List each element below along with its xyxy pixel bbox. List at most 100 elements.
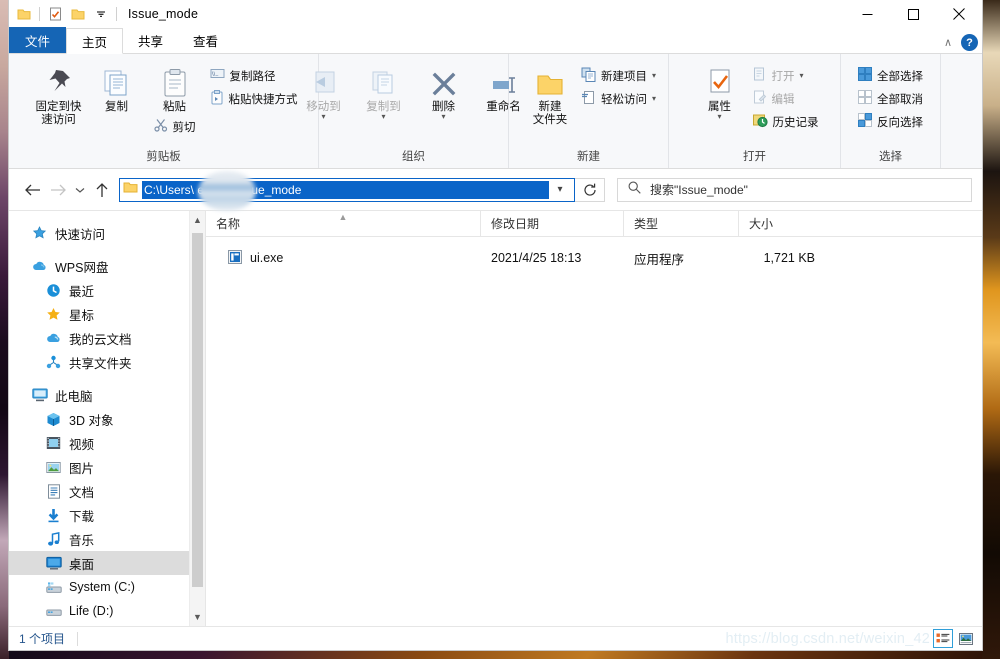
tab-view[interactable]: 查看 <box>178 27 233 53</box>
sidebar-item-my-cloud-docs[interactable]: 我的云文档 <box>9 326 205 350</box>
move-to-icon <box>309 64 339 98</box>
new-folder-icon[interactable] <box>67 3 89 25</box>
svg-text:\\..: \\.. <box>212 72 219 78</box>
status-divider <box>77 632 78 646</box>
paste-shortcut-button[interactable]: 粘贴快捷方式 <box>210 88 298 109</box>
new-item-button[interactable]: 新建项目 ▾ <box>581 65 656 86</box>
edit-button[interactable]: 编辑 <box>753 88 819 109</box>
cell-type: 应用程序 <box>624 245 739 271</box>
sidebar-item-this-pc[interactable]: 此电脑 <box>9 383 205 407</box>
invert-selection-button[interactable]: 反向选择 <box>858 111 923 132</box>
cell-date-modified: 2021/4/25 18:13 <box>481 245 624 271</box>
sidebar-label: 我的云文档 <box>69 329 132 348</box>
item-count-label: 1 个项目 <box>19 630 65 647</box>
navigation-pane: 快速访问 WPS网盘 最近 <box>9 211 205 626</box>
paste-label: 粘贴 <box>163 101 186 114</box>
column-header-name[interactable]: ▲ 名称 <box>206 211 481 237</box>
move-to-button[interactable]: 移动到 ▾ <box>295 61 353 120</box>
sidebar-item-3d-objects[interactable]: 3D 对象 <box>9 407 205 431</box>
table-row[interactable]: ui.exe 2021/4/25 18:13 应用程序 1,721 KB <box>206 245 982 271</box>
ribbon-group-label-organize: 组织 <box>402 148 425 168</box>
delete-button[interactable]: 删除 ▾ <box>415 61 473 120</box>
sidebar-item-starred[interactable]: 星标 <box>9 302 205 326</box>
clipboard-small-commands: \\.. 复制路径 粘贴快捷方式 <box>210 61 298 109</box>
address-input[interactable]: C:\Users\ esktop\Issue_mode ▾ <box>119 178 575 202</box>
scroll-down-arrow-icon[interactable]: ▼ <box>190 608 205 626</box>
open-caret-icon[interactable]: ▾ <box>800 71 804 80</box>
open-button[interactable]: 打开 ▾ <box>753 65 819 86</box>
navigation-scrollbar[interactable]: ▲ ▼ <box>189 211 205 626</box>
tab-home[interactable]: 主页 <box>66 28 123 54</box>
column-label: 修改日期 <box>491 215 539 232</box>
paste-shortcut-label: 粘贴快捷方式 <box>229 91 298 107</box>
copy-path-label: 复制路径 <box>230 68 276 84</box>
select-none-button[interactable]: 全部取消 <box>858 88 923 109</box>
maximize-icon[interactable] <box>890 0 936 28</box>
address-chevron-down-icon[interactable]: ▾ <box>549 184 571 195</box>
recent-locations-icon[interactable] <box>71 177 89 203</box>
help-icon[interactable]: ? <box>961 34 978 51</box>
new-folder-button[interactable]: 新建 文件夹 <box>521 61 579 127</box>
sidebar-item-life-d[interactable]: Life (D:) <box>9 599 205 623</box>
copy-path-icon: \\.. <box>210 67 225 84</box>
forward-arrow-icon[interactable] <box>45 177 71 203</box>
sidebar-item-music[interactable]: 音乐 <box>9 527 205 551</box>
file-name-text: ui.exe <box>250 251 283 265</box>
tab-share[interactable]: 共享 <box>123 27 178 53</box>
sidebar-item-downloads[interactable]: 下载 <box>9 503 205 527</box>
move-to-caret-icon[interactable]: ▾ <box>321 114 325 120</box>
minimize-icon[interactable] <box>844 0 890 28</box>
column-header-row: ▲ 名称 修改日期 类型 大小 <box>206 211 982 237</box>
share-folder-icon <box>45 354 62 371</box>
sidebar-item-wps-cloud[interactable]: WPS网盘 <box>9 254 205 278</box>
copy-button[interactable]: 复制 <box>88 61 146 114</box>
pin-label-2: 速访问 <box>41 114 76 127</box>
new-item-caret-icon[interactable]: ▾ <box>652 71 656 80</box>
exe-file-icon <box>228 250 242 267</box>
sidebar-label: 下载 <box>69 506 94 525</box>
easy-access-button[interactable]: 轻松访问 ▾ <box>581 88 656 109</box>
scrollbar-thumb[interactable] <box>192 233 203 587</box>
sidebar-label: 共享文件夹 <box>69 353 132 372</box>
properties-button[interactable]: 属性 ▾ <box>691 61 749 120</box>
copy-to-caret-icon[interactable]: ▾ <box>381 114 385 120</box>
sidebar-item-shared-folder[interactable]: 共享文件夹 <box>9 350 205 374</box>
copy-label-1: 复制 <box>105 101 128 114</box>
up-arrow-icon[interactable] <box>89 177 115 203</box>
sidebar-item-recent[interactable]: 最近 <box>9 278 205 302</box>
sidebar-item-desktop[interactable]: 桌面 <box>9 551 205 575</box>
ribbon-group-label-new: 新建 <box>577 148 600 168</box>
copy-to-button[interactable]: 复制到 ▾ <box>355 61 413 120</box>
sidebar-item-system-c[interactable]: System (C:) <box>9 575 205 599</box>
refresh-icon[interactable] <box>575 178 605 202</box>
properties-icon[interactable] <box>44 3 66 25</box>
easy-access-caret-icon[interactable]: ▾ <box>652 94 656 103</box>
tab-file[interactable]: 文件 <box>9 27 66 53</box>
column-header-date-modified[interactable]: 修改日期 <box>481 211 624 237</box>
delete-caret-icon[interactable]: ▾ <box>441 114 445 120</box>
sidebar-item-documents[interactable]: 文档 <box>9 479 205 503</box>
pin-to-quick-access-button[interactable]: 固定到快 速访问 <box>30 61 88 127</box>
search-input[interactable]: 搜索"Issue_mode" <box>617 178 972 202</box>
qat-chevron-down-icon[interactable] <box>90 3 112 25</box>
column-header-type[interactable]: 类型 <box>624 211 739 237</box>
folder-icon[interactable] <box>13 3 35 25</box>
sidebar-item-quick-access[interactable]: 快速访问 <box>9 221 205 245</box>
copy-path-button[interactable]: \\.. 复制路径 <box>210 65 298 86</box>
sidebar-item-videos[interactable]: 视频 <box>9 431 205 455</box>
close-icon[interactable] <box>936 0 982 28</box>
details-view-icon[interactable] <box>933 629 953 648</box>
column-header-size[interactable]: 大小 <box>739 211 829 237</box>
back-arrow-icon[interactable] <box>19 177 45 203</box>
history-button[interactable]: 历史记录 <box>753 111 819 132</box>
properties-caret-icon[interactable]: ▾ <box>717 114 721 120</box>
paste-button[interactable]: 粘贴 <box>146 64 204 114</box>
collapse-ribbon-chevron-icon[interactable]: ∧ <box>941 36 955 49</box>
select-all-button[interactable]: 全部选择 <box>858 65 923 86</box>
open-small-commands: 打开 ▾ 编辑 历史记录 <box>753 61 819 132</box>
sidebar-item-pictures[interactable]: 图片 <box>9 455 205 479</box>
cut-button[interactable]: 剪切 <box>154 116 196 137</box>
scroll-up-arrow-icon[interactable]: ▲ <box>190 211 205 229</box>
large-icons-view-icon[interactable] <box>956 629 976 648</box>
status-bar: 1 个项目 https://blog.csdn.net/weixin_42 <box>9 626 982 650</box>
